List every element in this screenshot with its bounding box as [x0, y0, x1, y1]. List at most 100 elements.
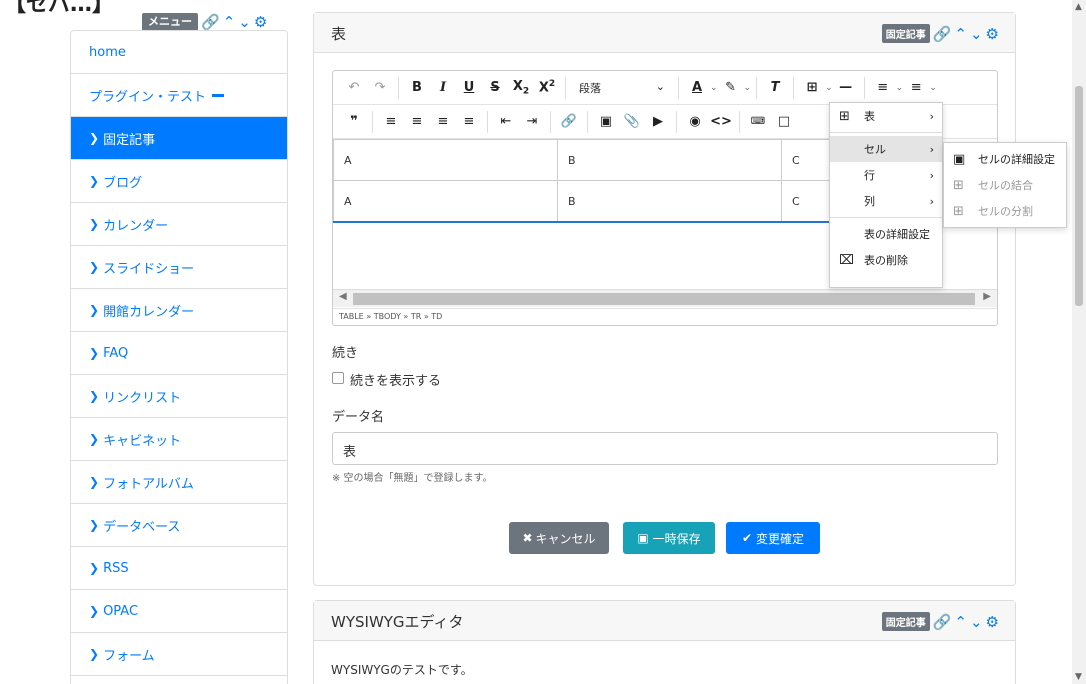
horizontal-rule-icon[interactable]: —	[833, 80, 859, 95]
media-icon[interactable]: ▶	[645, 114, 671, 129]
menu-item-label: セルの詳細設定	[978, 153, 1055, 166]
sidebar-item-label: RSS	[103, 560, 129, 576]
link-icon[interactable]: 🔗	[556, 114, 582, 129]
text-color-icon[interactable]: A	[684, 80, 710, 95]
link-icon[interactable]: 🔗	[933, 614, 952, 629]
sidebar-item-cabinet[interactable]: ❯ キャビネット	[71, 418, 287, 461]
cancel-button[interactable]: ✖ キャンセル	[509, 522, 609, 554]
chevron-right-icon: ❯	[89, 303, 100, 317]
blockquote-icon[interactable]: ❞	[341, 114, 367, 129]
page-scrollbar[interactable]: ▲ ▼	[1072, 0, 1086, 684]
outdent-icon[interactable]: ⇤	[493, 114, 519, 129]
menu-item-delete-table[interactable]: ⌧ 表の削除	[830, 247, 942, 273]
chevron-down-icon[interactable]: ⌄	[825, 83, 833, 93]
indent-icon[interactable]: ⇥	[519, 114, 545, 129]
superscript-icon[interactable]: X2	[534, 79, 560, 95]
move-up-icon[interactable]: ⌃	[223, 15, 236, 30]
sidebar-item-plugin-test[interactable]: プラグイン・テスト	[71, 74, 287, 117]
preview-icon[interactable]: ◉	[682, 114, 708, 129]
template-icon[interactable]: ⌨	[745, 116, 771, 127]
menu-item-row[interactable]: 行 ›	[830, 162, 942, 188]
gear-icon[interactable]: ⚙	[986, 26, 999, 41]
menu-item-table[interactable]: ⊞ 表 ›	[830, 103, 942, 129]
move-down-icon[interactable]: ⌄	[238, 15, 251, 30]
sidebar-item-opac[interactable]: ❯ OPAC	[71, 590, 287, 633]
align-justify-icon[interactable]: ≡	[456, 114, 482, 129]
table-icon[interactable]: ⊞	[799, 80, 825, 95]
bullet-list-icon[interactable]: ≡	[903, 80, 929, 95]
link-icon[interactable]: 🔗	[201, 15, 220, 30]
scroll-up-icon[interactable]: ▲	[1075, 2, 1082, 12]
scroll-right-icon[interactable]: ▶	[983, 291, 991, 302]
sidebar-item-slideshow[interactable]: ❯ スライドショー	[71, 246, 287, 289]
align-right-icon[interactable]: ≡	[430, 114, 456, 129]
italic-icon[interactable]: I	[430, 80, 456, 95]
sidebar-item-rss[interactable]: ❯ RSS	[71, 547, 287, 590]
numbered-list-icon[interactable]: ≡	[870, 80, 896, 95]
menu-item-column[interactable]: 列 ›	[830, 188, 942, 214]
attachment-icon[interactable]: 📎	[619, 114, 645, 129]
gear-icon[interactable]: ⚙	[254, 15, 267, 30]
clear-format-icon[interactable]: T	[762, 80, 788, 95]
menu-item-table-properties[interactable]: 表の詳細設定	[830, 221, 942, 247]
sidebar-item-opening-calendar[interactable]: ❯ 開館カレンダー	[71, 289, 287, 332]
sidebar-item-calendar[interactable]: ❯ カレンダー	[71, 203, 287, 246]
sidebar-item-faq[interactable]: ❯ FAQ	[71, 332, 287, 375]
continue-checkbox[interactable]	[332, 372, 344, 384]
pdf-icon[interactable]: □	[771, 114, 797, 129]
table-cell[interactable]: A	[333, 139, 558, 181]
move-up-icon[interactable]: ⌃	[954, 26, 967, 41]
chevron-down-icon[interactable]: ⌄	[929, 83, 937, 93]
subscript-icon[interactable]: X2	[508, 79, 534, 97]
highlight-color-icon[interactable]: ✎	[718, 80, 744, 95]
bold-icon[interactable]: B	[404, 80, 430, 95]
table-cell[interactable]: A	[333, 180, 558, 222]
scrollbar-thumb[interactable]	[353, 293, 975, 305]
image-icon[interactable]: ▣	[593, 114, 619, 129]
align-left-icon[interactable]: ≡	[378, 114, 404, 129]
scrollbar-thumb[interactable]	[1075, 86, 1083, 306]
menu-item-cell-properties[interactable]: ▣ セルの詳細設定	[944, 146, 1066, 172]
table-row: A B C	[333, 139, 837, 181]
redo-icon[interactable]: ↷	[367, 80, 393, 95]
source-code-icon[interactable]: <>	[708, 114, 734, 129]
data-name-input[interactable]: 表	[332, 432, 998, 465]
link-icon[interactable]: 🔗	[933, 26, 952, 41]
align-center-icon[interactable]: ≡	[404, 114, 430, 129]
data-name-note: ※ 空の場合「無題」で登録します。	[332, 473, 493, 484]
chevron-right-icon: ❯	[89, 174, 100, 188]
continue-checkbox-label[interactable]: 続きを表示する	[350, 370, 441, 389]
underline-icon[interactable]: U	[456, 80, 482, 95]
sidebar-item-database[interactable]: ❯ データベース	[71, 504, 287, 547]
chevron-right-icon: ›	[929, 194, 934, 208]
menu-item-split-cell[interactable]: ⊞ セルの分割	[944, 198, 1066, 224]
horizontal-scrollbar[interactable]: ◀ ▶	[333, 289, 997, 307]
scroll-down-icon[interactable]: ▼	[1075, 672, 1082, 682]
chevron-down-icon[interactable]: ⌄	[896, 83, 904, 93]
table-cell[interactable]: B	[557, 180, 782, 222]
move-down-icon[interactable]: ⌄	[970, 614, 983, 629]
chevron-down-icon[interactable]: ⌄	[744, 83, 752, 93]
paragraph-select[interactable]: 段落 ⌄	[571, 80, 673, 96]
collapse-icon[interactable]	[212, 93, 225, 97]
sidebar-item-form[interactable]: ❯ フォーム	[71, 633, 287, 676]
gear-icon[interactable]: ⚙	[986, 614, 999, 629]
scroll-left-icon[interactable]: ◀	[339, 291, 347, 302]
table-cell[interactable]: B	[557, 139, 782, 181]
move-up-icon[interactable]: ⌃	[954, 614, 967, 629]
sidebar-item-blog[interactable]: ❯ ブログ	[71, 160, 287, 203]
sidebar-item-fixed-article[interactable]: ❯ 固定記事	[71, 117, 287, 160]
strikethrough-icon[interactable]: S	[482, 80, 508, 95]
sidebar-item-photoalbum[interactable]: ❯ フォトアルバム	[71, 461, 287, 504]
undo-icon[interactable]: ↶	[341, 80, 367, 95]
sidebar-item-home[interactable]: home	[71, 31, 287, 74]
temp-save-button[interactable]: ▣ 一時保存	[623, 522, 715, 554]
chevron-right-icon: ❯	[89, 432, 100, 446]
move-down-icon[interactable]: ⌄	[970, 26, 983, 41]
chevron-down-icon[interactable]: ⌄	[710, 83, 718, 93]
confirm-button[interactable]: ✔ 変更確定	[726, 522, 820, 554]
content-table[interactable]: A B C A B C	[333, 139, 837, 222]
sidebar-item-linklist[interactable]: ❯ リンクリスト	[71, 375, 287, 418]
menu-item-cell[interactable]: セル ›	[830, 136, 942, 162]
menu-item-merge-cells[interactable]: ⊞ セルの結合	[944, 172, 1066, 198]
